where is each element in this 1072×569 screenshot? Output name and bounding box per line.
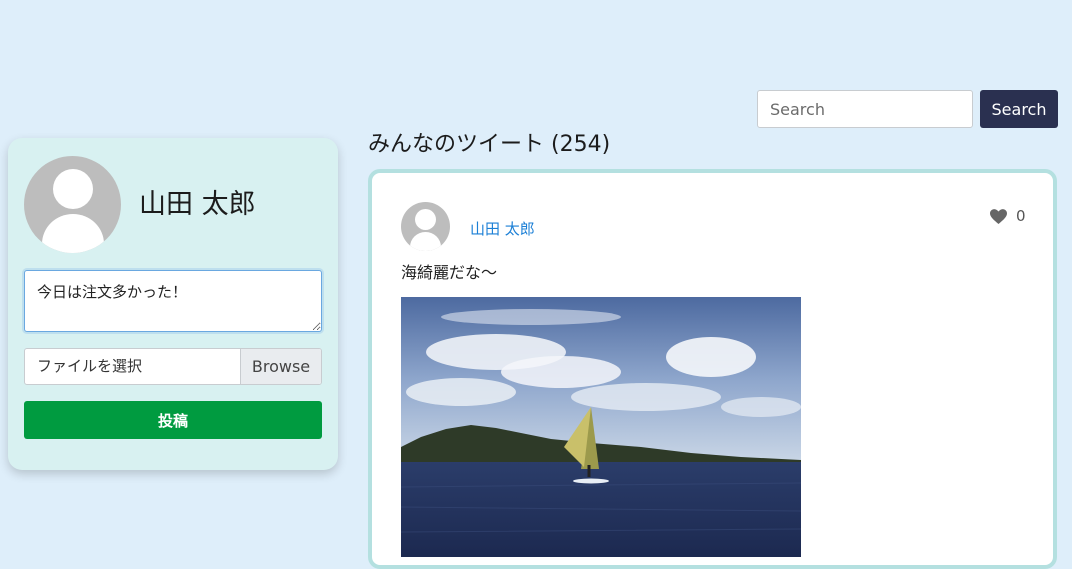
like-control: 0 bbox=[990, 207, 1026, 225]
search-input[interactable] bbox=[757, 90, 973, 128]
tweet-image bbox=[401, 297, 801, 557]
profile-card: 山田 太郎 今日は注文多かった！ ファイルを選択 Browse 投稿 bbox=[8, 138, 338, 470]
tweet-username-link[interactable]: 山田 太郎 bbox=[470, 218, 535, 239]
file-input-label: ファイルを選択 bbox=[37, 357, 143, 375]
profile-name: 山田 太郎 bbox=[139, 189, 256, 220]
tweet-input[interactable]: 今日は注文多かった！ bbox=[24, 270, 322, 332]
search-button[interactable]: Search bbox=[980, 90, 1058, 128]
search-form: Search bbox=[757, 90, 1058, 128]
like-count: 0 bbox=[1016, 207, 1026, 225]
post-button[interactable]: 投稿 bbox=[24, 401, 322, 439]
file-input[interactable]: ファイルを選択 Browse bbox=[24, 348, 322, 385]
heart-icon[interactable] bbox=[990, 208, 1007, 224]
feed-container: 山田 太郎 0 海綺麗だな〜 bbox=[368, 169, 1057, 569]
feed-title: みんなのツイート (254) bbox=[368, 132, 611, 157]
tweet-avatar bbox=[401, 202, 450, 251]
avatar bbox=[24, 156, 121, 253]
browse-button[interactable]: Browse bbox=[240, 349, 321, 384]
tweet-text: 海綺麗だな〜 bbox=[401, 263, 498, 282]
